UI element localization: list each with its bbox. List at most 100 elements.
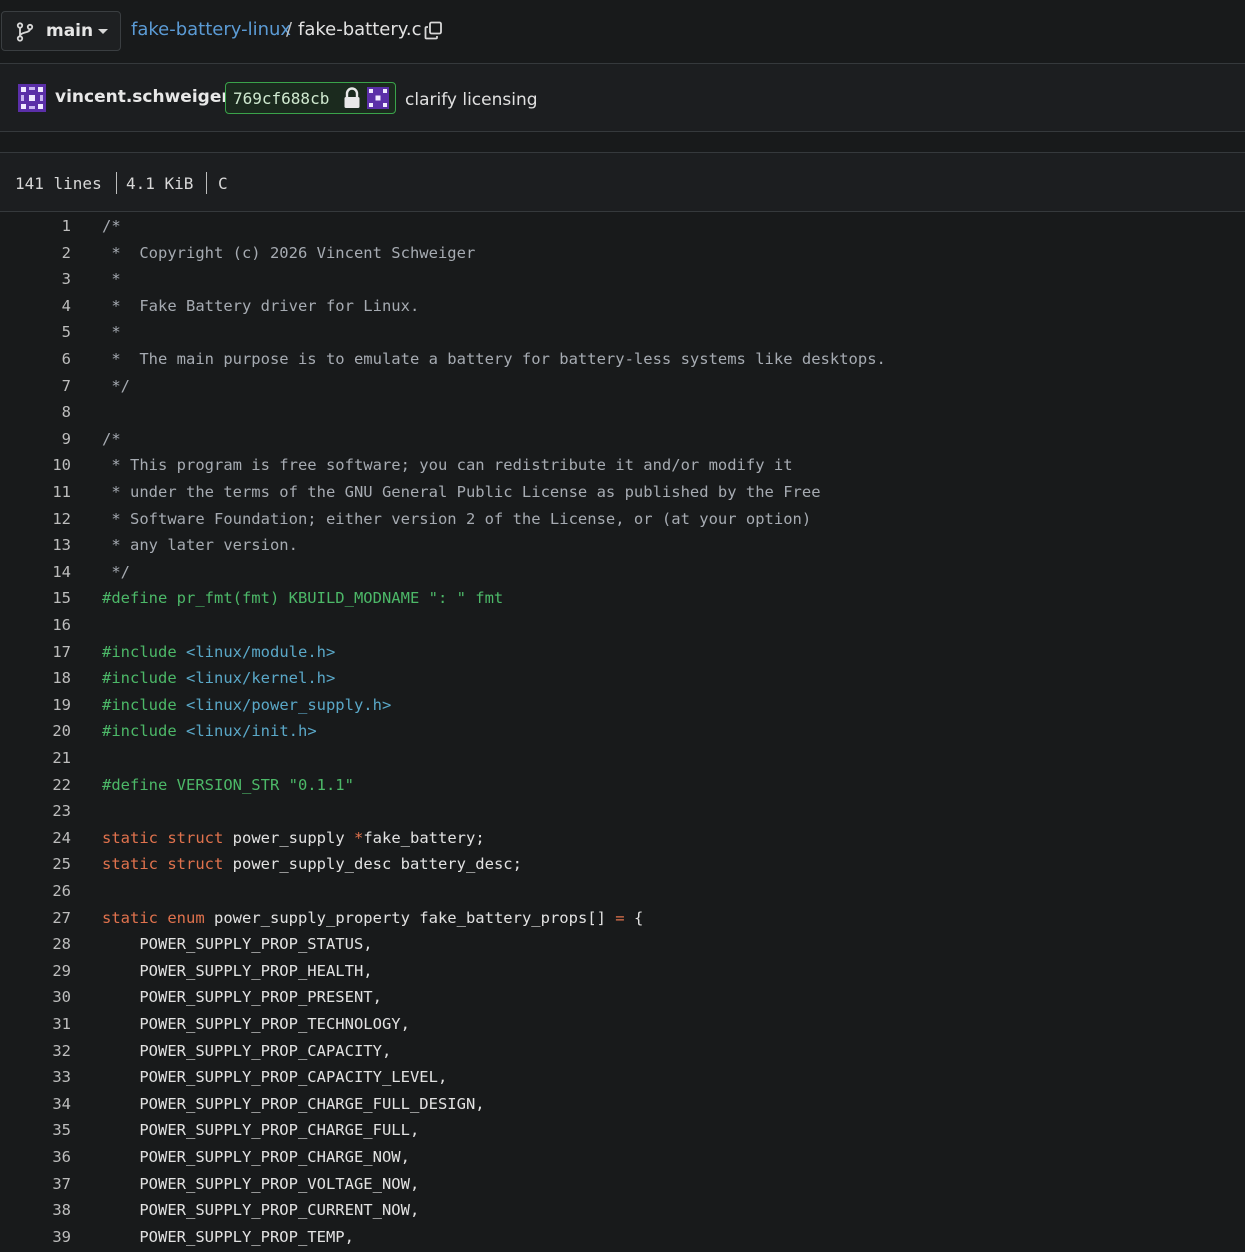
line-number[interactable]: 32 [20, 1038, 71, 1065]
line-number[interactable]: 29 [20, 958, 71, 985]
line-number[interactable]: 34 [20, 1091, 71, 1118]
line-content: POWER_SUPPLY_PROP_PRESENT, [102, 988, 382, 1007]
commit-sha-badge[interactable]: 769cf688cb [225, 82, 396, 114]
line-content: POWER_SUPPLY_PROP_VOLTAGE_NOW, [102, 1174, 420, 1193]
line-number[interactable]: 21 [20, 745, 71, 772]
line-content: POWER_SUPPLY_PROP_STATUS, [102, 935, 373, 954]
line-number[interactable]: 37 [20, 1171, 71, 1198]
file-size: 4.1 KiB [126, 174, 194, 193]
line-number[interactable]: 3 [20, 266, 71, 293]
line-number[interactable]: 4 [20, 293, 71, 320]
line-number[interactable]: 31 [20, 1011, 71, 1038]
line-number[interactable]: 24 [20, 825, 71, 852]
line-number[interactable]: 16 [20, 612, 71, 639]
line-number[interactable]: 15 [20, 585, 71, 612]
line-content: * under the terms of the GNU General Pub… [102, 483, 821, 501]
avatar[interactable] [18, 84, 46, 112]
line-content: #define VERSION_STR "0.1.1" [102, 775, 354, 794]
line-content: #include <linux/init.h> [102, 722, 317, 741]
line-content: static struct power_supply *fake_battery… [102, 828, 485, 847]
commit-message[interactable]: clarify licensing [405, 90, 538, 110]
code-line: 10 * This program is free software; you … [0, 452, 1245, 479]
line-number[interactable]: 20 [20, 718, 71, 745]
code-line: 26 [0, 878, 1245, 905]
line-content: */ [102, 376, 130, 395]
line-content: * Software Foundation; either version 2 … [102, 509, 812, 528]
line-number[interactable]: 39 [20, 1224, 71, 1251]
copy-path-icon[interactable] [424, 21, 443, 40]
line-number[interactable]: 14 [20, 559, 71, 586]
branch-selector-button[interactable]: main [1, 11, 121, 51]
line-number[interactable]: 30 [20, 984, 71, 1011]
code-line: 21 [0, 745, 1245, 772]
line-content: POWER_SUPPLY_PROP_CURRENT_NOW, [102, 1201, 420, 1220]
file-info-bar: 141 lines 4.1 KiB C [0, 152, 1245, 212]
commit-author[interactable]: vincent.schweiger [55, 87, 230, 107]
code-line: 33 POWER_SUPPLY_PROP_CAPACITY_LEVEL, [0, 1064, 1245, 1091]
code-line: 8 [0, 399, 1245, 426]
line-number[interactable]: 38 [20, 1197, 71, 1224]
code-line: 5 * [0, 319, 1245, 346]
code-line: 9 /* [0, 426, 1245, 453]
breadcrumb-bar: main fake-battery-linux / fake-battery.c [0, 0, 1245, 63]
line-number[interactable]: 12 [20, 506, 71, 533]
line-number[interactable]: 9 [20, 426, 71, 453]
line-number[interactable]: 28 [20, 931, 71, 958]
code-line: 1 /* [0, 213, 1245, 240]
breadcrumb-separator: / [286, 19, 293, 40]
line-number[interactable]: 7 [20, 373, 71, 400]
code-line: 4 * Fake Battery driver for Linux. [0, 293, 1245, 320]
line-number[interactable]: 19 [20, 692, 71, 719]
code-line: 13 * any later version. [0, 532, 1245, 559]
line-number[interactable]: 26 [20, 878, 71, 905]
git-branch-icon [16, 22, 34, 42]
line-number[interactable]: 8 [20, 399, 71, 426]
file-language: C [218, 174, 228, 193]
line-number[interactable]: 36 [20, 1144, 71, 1171]
code-line: 17 #include <linux/module.h> [0, 639, 1245, 666]
line-content: POWER_SUPPLY_PROP_CAPACITY, [102, 1041, 392, 1060]
code-line: 18 #include <linux/kernel.h> [0, 665, 1245, 692]
line-number[interactable]: 6 [20, 346, 71, 373]
signer-avatar-icon [367, 87, 389, 109]
info-divider [206, 172, 207, 194]
line-number[interactable]: 33 [20, 1064, 71, 1091]
line-content: /* [102, 429, 121, 448]
code-line: 36 POWER_SUPPLY_PROP_CHARGE_NOW, [0, 1144, 1245, 1171]
latest-commit-bar: vincent.schweiger 769cf688cb clarify lic… [0, 63, 1245, 132]
code-line: 34 POWER_SUPPLY_PROP_CHARGE_FULL_DESIGN, [0, 1091, 1245, 1118]
line-number[interactable]: 5 [20, 319, 71, 346]
line-number[interactable]: 25 [20, 851, 71, 878]
line-content: POWER_SUPPLY_PROP_CHARGE_NOW, [102, 1148, 410, 1166]
line-content: * [102, 323, 121, 342]
line-number[interactable]: 22 [20, 772, 71, 799]
code-line: 25 static struct power_supply_desc batter… [0, 851, 1245, 878]
code-line: 27 static enum power_supply_property fake… [0, 905, 1245, 932]
code-line: 28 POWER_SUPPLY_PROP_STATUS, [0, 931, 1245, 958]
line-number[interactable]: 1 [20, 213, 71, 240]
info-divider [116, 172, 117, 194]
line-content: #include <linux/module.h> [102, 642, 336, 661]
line-number[interactable]: 35 [20, 1117, 71, 1144]
line-number[interactable]: 23 [20, 798, 71, 825]
code-line: 16 [0, 612, 1245, 639]
line-number[interactable]: 27 [20, 905, 71, 932]
code-line: 37 POWER_SUPPLY_PROP_VOLTAGE_NOW, [0, 1171, 1245, 1198]
file-line-count: 141 lines [15, 174, 102, 193]
lock-icon [344, 87, 360, 108]
line-number[interactable]: 10 [20, 452, 71, 479]
line-number[interactable]: 18 [20, 665, 71, 692]
line-content: * Fake Battery driver for Linux. [102, 296, 420, 315]
line-number[interactable]: 13 [20, 532, 71, 559]
line-content: POWER_SUPPLY_PROP_CHARGE_FULL_DESIGN, [102, 1094, 485, 1113]
breadcrumb-repo-link[interactable]: fake-battery-linux [131, 19, 291, 40]
line-number[interactable]: 2 [20, 240, 71, 267]
code-line: 31 POWER_SUPPLY_PROP_TECHNOLOGY, [0, 1011, 1245, 1038]
line-number[interactable]: 17 [20, 639, 71, 666]
code-line: 11 * under the terms of the GNU General … [0, 479, 1245, 506]
line-number[interactable]: 11 [20, 479, 71, 506]
code-view[interactable]: 1 /* 2 * Copyright (c) 2026 Vincent Schwei… [0, 212, 1245, 1252]
code-line: 23 [0, 798, 1245, 825]
line-content: * This program is free software; you can… [102, 456, 793, 475]
code-line: 22 #define VERSION_STR "0.1.1" [0, 772, 1245, 799]
